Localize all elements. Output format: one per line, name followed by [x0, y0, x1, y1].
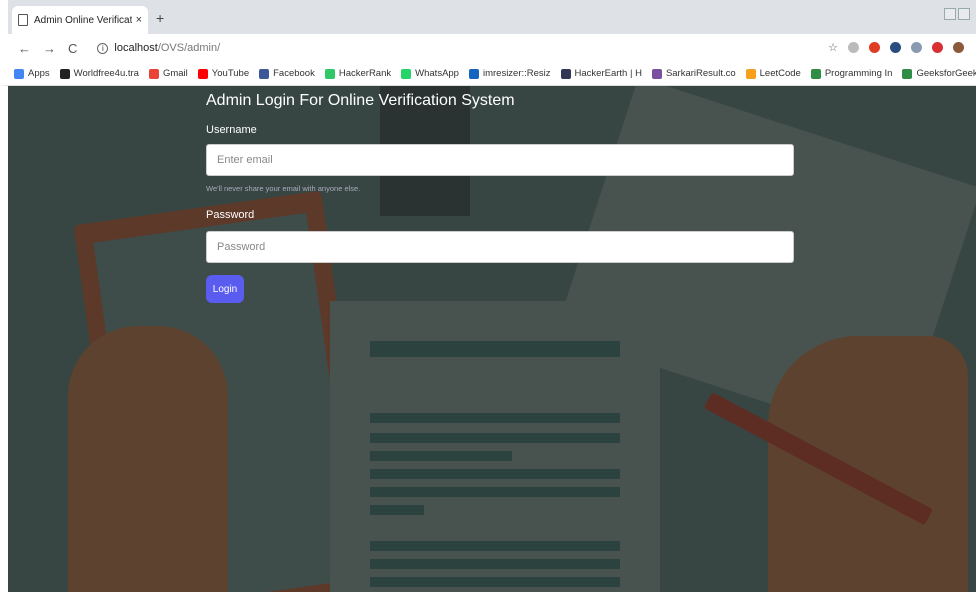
bookmark-item[interactable]: Worldfree4u.tra [59, 68, 139, 79]
extension-icon[interactable] [911, 42, 922, 53]
tab-title: Admin Online Verificatio [34, 14, 132, 26]
extension-icon[interactable] [890, 42, 901, 53]
email-field[interactable] [206, 144, 794, 176]
bookmark-icon [651, 68, 662, 79]
star-icon[interactable]: ☆ [828, 41, 838, 54]
bookmark-label: Programming In [824, 68, 893, 79]
bookmark-label: imresizer::Resiz [482, 68, 551, 79]
browser-tab-strip: Admin Online Verificatio × + [0, 0, 976, 34]
info-icon[interactable]: i [97, 42, 109, 54]
bookmark-icon [902, 68, 913, 79]
bookmark-item[interactable]: Facebook [259, 68, 315, 79]
extension-icons: ☆ [828, 41, 964, 54]
bookmark-item[interactable]: Apps [14, 68, 50, 79]
bookmark-item[interactable]: GeeksforGeeks [902, 68, 976, 79]
bookmark-icon [148, 68, 159, 79]
new-tab-button[interactable]: + [156, 10, 164, 26]
bookmark-label: GeeksforGeeks [916, 68, 976, 79]
bookmark-icon [745, 68, 756, 79]
browser-tab[interactable]: Admin Online Verificatio × [12, 6, 148, 34]
password-field[interactable] [206, 231, 794, 263]
bookmark-label: Apps [28, 68, 50, 79]
bookmark-label: LeetCode [759, 68, 801, 79]
bookmark-label: WhatsApp [415, 68, 459, 79]
bookmark-label: Gmail [162, 68, 188, 79]
username-label: Username [206, 124, 257, 136]
extension-icon[interactable] [932, 42, 943, 53]
password-label: Password [206, 209, 255, 221]
bookmark-icon [14, 68, 24, 79]
maximize-button[interactable] [958, 8, 970, 20]
address-bar[interactable]: i localhost /OVS/admin/ [97, 42, 220, 54]
bookmark-label: YouTube [211, 68, 250, 79]
bookmark-icon [197, 68, 208, 79]
bookmark-icon [59, 68, 70, 79]
window-controls [944, 8, 970, 20]
bookmark-item[interactable]: LeetCode [745, 68, 801, 79]
bookmark-label: SarkariResult.co [665, 68, 736, 79]
bookmark-label: Worldfree4u.tra [73, 68, 139, 79]
bookmarks-bar: Apps Worldfree4u.tra Gmail YouTube Facebook H… [0, 62, 976, 86]
back-icon[interactable]: ← [18, 41, 31, 56]
url-path: /OVS/admin/ [157, 42, 221, 54]
page-title: Admin Login For Online Verification Syst… [206, 92, 515, 109]
bookmark-item[interactable]: WhatsApp [401, 68, 459, 79]
bookmark-icon [324, 68, 335, 79]
bookmark-item[interactable]: Programming In [810, 68, 893, 79]
bookmark-icon [468, 68, 479, 79]
avatar[interactable] [953, 42, 964, 53]
bookmark-item[interactable]: Gmail [148, 68, 188, 79]
bookmark-icon [401, 68, 412, 79]
login-page: Admin Login For Online Verification Syst… [8, 86, 976, 592]
bookmark-icon [259, 68, 270, 79]
tab-close-icon[interactable]: × [136, 14, 142, 26]
url-host: localhost [114, 42, 158, 54]
bookmark-item[interactable]: YouTube [197, 68, 250, 79]
extension-icon[interactable] [848, 42, 859, 53]
email-help-text: We'll never share your email with anyone… [206, 184, 361, 193]
browser-toolbar: ← → C i localhost /OVS/admin/ ☆ [0, 34, 976, 62]
bookmark-label: HackerRank [338, 68, 392, 79]
bookmark-item[interactable]: SarkariResult.co [651, 68, 736, 79]
bookmark-item[interactable]: HackerEarth | H [560, 68, 642, 79]
minimize-button[interactable] [944, 8, 956, 20]
bookmark-item[interactable]: HackerRank [324, 68, 392, 79]
reload-icon[interactable]: C [68, 41, 77, 56]
forward-icon[interactable]: → [43, 41, 56, 56]
bookmark-icon [560, 68, 571, 79]
bookmark-label: Facebook [273, 68, 315, 79]
login-button[interactable]: Login [206, 275, 244, 303]
page-icon [18, 14, 28, 26]
opera-icon[interactable] [869, 42, 880, 53]
bookmark-label: HackerEarth | H [574, 68, 642, 79]
bookmark-item[interactable]: imresizer::Resiz [468, 68, 551, 79]
bookmark-icon [810, 68, 821, 79]
